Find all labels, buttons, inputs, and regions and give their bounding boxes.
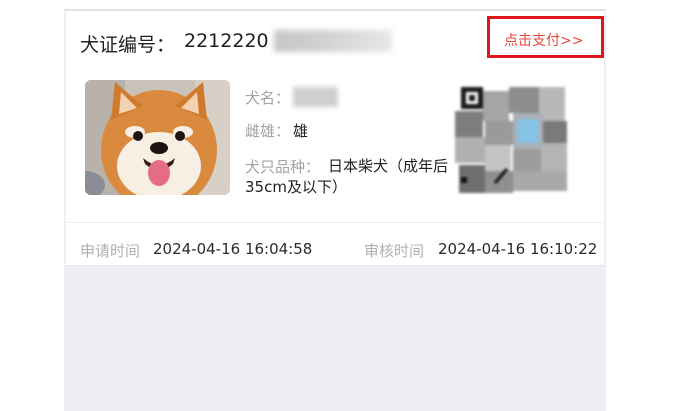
- breed-value: 日本柴犬（成年后35cm及以下）: [245, 157, 449, 196]
- dog-name-redaction: [293, 87, 338, 107]
- card-divider: [66, 222, 604, 223]
- apply-time-value: 2024-04-16 16:04:58: [153, 240, 313, 258]
- license-number-label: 犬证编号：: [80, 34, 176, 56]
- dog-name-label: 犬名：: [245, 89, 291, 107]
- apply-time-label: 申请时间: [80, 242, 141, 260]
- gender-value: 雄: [293, 122, 309, 140]
- dog-photo: [85, 80, 230, 195]
- qr-code-icon[interactable]: [455, 85, 570, 195]
- license-number-redaction: [274, 30, 392, 52]
- license-number-value: 2212220: [184, 30, 269, 52]
- pay-link[interactable]: 点击支付>>: [504, 30, 583, 50]
- shiba-inu-icon: [85, 80, 230, 195]
- review-time-value: 2024-04-16 16:10:22: [438, 240, 598, 258]
- review-time-label: 审核时间: [364, 242, 425, 260]
- gender-label: 雌雄：: [245, 122, 291, 140]
